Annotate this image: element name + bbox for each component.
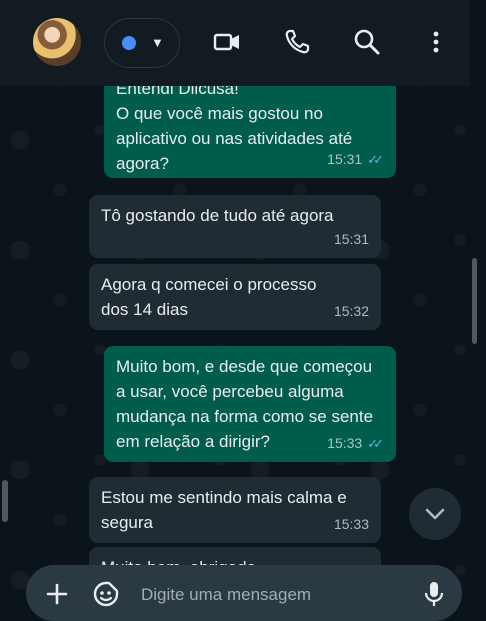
message-text: Estou me sentindo mais calma e segura	[101, 488, 347, 532]
message-time: 15:31	[327, 151, 363, 167]
double-check-icon: ✓✓	[367, 436, 384, 451]
message-meta: 15:33	[334, 512, 369, 537]
plus-icon[interactable]	[46, 583, 68, 605]
more-options-icon[interactable]	[421, 27, 451, 57]
message-bubble-incoming[interactable]: Tô gostando de tudo até agora 15:31	[89, 195, 381, 258]
message-time: 15:31	[333, 231, 369, 247]
chevron-down-icon: ▼	[151, 35, 164, 50]
double-check-icon: ✓✓	[367, 152, 384, 167]
message-meta: 15:31 ✓✓	[327, 147, 384, 172]
message-time: 15:33	[327, 435, 363, 451]
message-meta: 15:33 ✓✓	[327, 431, 384, 456]
message-time: 15:32	[333, 303, 369, 319]
message-bubble-incoming[interactable]: Muito bem, obrigado	[89, 547, 381, 565]
message-meta: 15:32	[334, 299, 369, 324]
message-bubble-outgoing[interactable]: Muito bom, e desde que começou a usar, v…	[104, 346, 396, 462]
scrollbar-thumb[interactable]	[472, 258, 477, 344]
sticker-icon[interactable]	[92, 580, 120, 608]
message-text: Tô gostando de tudo até agora	[101, 206, 334, 225]
chat-header: ▼	[0, 0, 470, 86]
status-dot-icon	[122, 36, 136, 50]
message-time: 15:33	[333, 516, 369, 532]
microphone-icon[interactable]	[422, 580, 446, 608]
search-icon[interactable]	[352, 27, 382, 57]
scroll-to-bottom-button[interactable]	[409, 488, 461, 540]
message-input[interactable]: Digite uma mensagem	[141, 585, 311, 605]
video-call-icon[interactable]	[212, 27, 242, 57]
message-bubble-incoming[interactable]: Estou me sentindo mais calma e segura 15…	[89, 477, 381, 543]
message-meta: 15:31	[334, 227, 369, 252]
voice-call-icon[interactable]	[282, 27, 312, 57]
chevron-down-icon	[425, 508, 445, 520]
message-bubble-incoming[interactable]: Agora q comecei o processo dos 14 dias 1…	[89, 264, 381, 330]
status-selector[interactable]: ▼	[104, 18, 180, 68]
message-text: Muito bem, obrigado	[101, 555, 369, 565]
message-bubble-outgoing[interactable]: Entendi Dilcusa! O que você mais gostou …	[104, 86, 396, 178]
avatar[interactable]	[33, 18, 81, 66]
message-composer: Digite uma mensagem	[26, 565, 462, 621]
message-list[interactable]: Entendi Dilcusa! O que você mais gostou …	[0, 86, 470, 565]
scrollbar-thumb-left[interactable]	[2, 480, 8, 522]
message-text: Agora q comecei o processo dos 14 dias	[101, 275, 317, 319]
